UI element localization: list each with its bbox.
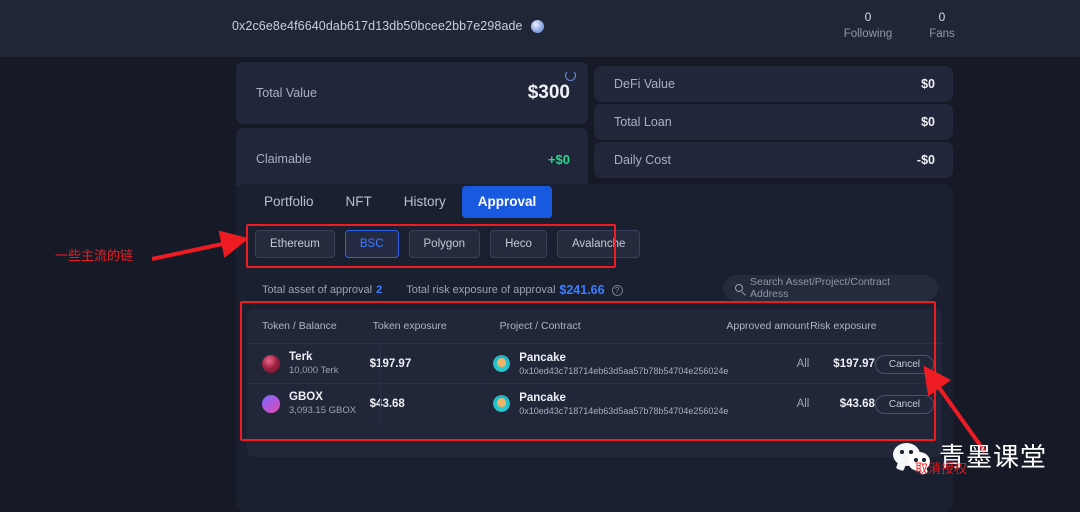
arrow-to-chains xyxy=(151,230,249,261)
following-stat[interactable]: 0 Following xyxy=(842,9,894,42)
project-name: Pancake xyxy=(519,351,566,364)
project-name: Pancake xyxy=(519,391,566,404)
daily-cost-label: Daily Cost xyxy=(614,153,671,167)
col-header-exposure: Token exposure xyxy=(372,320,447,332)
wallet-address-block[interactable]: 0x2c6e8e4f6640dab617d13db50bcee2bb7e298a… xyxy=(232,19,544,33)
tab-portfolio[interactable]: Portfolio xyxy=(248,186,330,218)
chain-filter-heco[interactable]: Heco xyxy=(490,230,547,258)
tab-approval[interactable]: Approval xyxy=(461,186,553,218)
token-cell: GBOX 3,093.15 GBOX xyxy=(262,390,370,417)
approved-amount: All xyxy=(796,357,810,370)
app-screen: 0x2c6e8e4f6640dab617d13db50bcee2bb7e298a… xyxy=(0,0,1080,512)
total-asset-label: Total asset of approval xyxy=(262,284,373,296)
col-header-approved: Approved amount xyxy=(726,320,810,332)
main-panel: Portfolio NFT History Approval Ethereum … xyxy=(236,184,953,512)
search-box[interactable]: Search Asset/Project/Contract Address xyxy=(723,275,938,301)
tab-bar: Portfolio NFT History Approval xyxy=(248,186,553,218)
column-divider xyxy=(380,343,381,424)
fans-label: Fans xyxy=(929,28,955,40)
chain-filter-ethereum[interactable]: Ethereum xyxy=(255,230,335,258)
contract-address: 0x10ed43c718714eb63d5aa57b78b54704e25602… xyxy=(519,405,729,416)
table-row: GBOX 3,093.15 GBOX $43.68 Pancake 0x10ed… xyxy=(247,383,942,423)
token-exposure: $197.97 xyxy=(369,357,412,370)
col-header-risk: Risk exposure xyxy=(810,320,877,332)
refresh-icon[interactable] xyxy=(565,70,576,81)
total-asset-value: 2 xyxy=(376,284,383,296)
question-mark-icon[interactable]: ? xyxy=(611,284,623,296)
claimable-label: Claimable xyxy=(256,152,312,166)
total-risk-value: $241.66 xyxy=(559,283,605,297)
token-name: Terk xyxy=(289,351,313,363)
tab-history[interactable]: History xyxy=(388,186,462,218)
col-header-project: Project / Contract xyxy=(499,320,581,332)
token-balance: 3,093.15 GBOX xyxy=(289,405,357,416)
defi-value-label: DeFi Value xyxy=(614,77,675,91)
tab-nft[interactable]: NFT xyxy=(330,186,388,218)
chain-filter-polygon[interactable]: Polygon xyxy=(408,230,481,258)
annotation-chain-note: 一些主流的链 xyxy=(55,249,134,264)
project-cell: Pancake 0x10ed43c718714eb63d5aa57b78b547… xyxy=(493,391,728,417)
daily-cost-card: Daily Cost -$0 xyxy=(594,142,953,178)
daily-cost-amount: -$0 xyxy=(916,153,935,167)
defi-value-amount: $0 xyxy=(921,77,935,91)
col-header-token: Token / Balance xyxy=(262,320,337,332)
action-cell: Cancel xyxy=(874,394,942,414)
total-asset-stat: Total asset of approval 2 xyxy=(262,284,382,296)
following-label: Following xyxy=(843,28,893,40)
total-value-amount: $300 xyxy=(527,82,570,103)
chain-filter-bar: Ethereum BSC Polygon Heco Avalanche xyxy=(255,230,641,258)
copy-icon[interactable] xyxy=(530,19,544,33)
table-row: Terk 10,000 Terk $197.97 Pancake 0x10ed4… xyxy=(247,343,942,383)
gbox-token-icon xyxy=(262,394,280,413)
total-risk-stat: Total risk exposure of approval $241.66 … xyxy=(406,283,623,297)
action-cell: Cancel xyxy=(874,354,942,374)
total-value-label: Total Value xyxy=(256,86,317,100)
token-exposure: $43.68 xyxy=(369,397,405,410)
approved-amount: All xyxy=(796,397,810,410)
claimable-amount: +$0 xyxy=(547,151,570,167)
contract-address: 0x10ed43c718714eb63d5aa57b78b54704e25602… xyxy=(519,365,729,376)
cancel-button[interactable]: Cancel xyxy=(874,354,935,374)
watermark-overlay-text: 取消授权 xyxy=(915,462,968,477)
terk-token-icon xyxy=(262,354,280,373)
token-cell: Terk 10,000 Terk xyxy=(262,350,370,377)
total-loan-label: Total Loan xyxy=(614,115,672,129)
fans-stat[interactable]: 0 Fans xyxy=(921,9,963,42)
chain-filter-bsc[interactable]: BSC xyxy=(344,230,399,258)
token-balance: 10,000 Terk xyxy=(289,365,339,376)
token-name: GBOX xyxy=(289,391,323,403)
top-header-bar: 0x2c6e8e4f6640dab617d13db50bcee2bb7e298a… xyxy=(0,0,1080,57)
total-loan-amount: $0 xyxy=(921,115,935,129)
search-icon xyxy=(735,284,743,292)
pancakeswap-icon xyxy=(493,395,511,412)
project-cell: Pancake 0x10ed43c718714eb63d5aa57b78b547… xyxy=(493,351,728,377)
cancel-button[interactable]: Cancel xyxy=(874,394,935,414)
defi-value-card: DeFi Value $0 xyxy=(594,66,953,102)
table-header-row: Token / Balance Token exposure Project /… xyxy=(247,309,942,343)
approval-stats-line: Total asset of approval 2 Total risk exp… xyxy=(262,283,623,297)
total-loan-card: Total Loan $0 xyxy=(594,104,953,140)
wallet-address-text: 0x2c6e8e4f6640dab617d13db50bcee2bb7e298a… xyxy=(232,19,523,33)
search-input[interactable]: Search Asset/Project/Contract Address xyxy=(750,276,926,300)
total-value-card: Total Value $300 xyxy=(236,62,588,124)
risk-exposure: $43.68 xyxy=(839,397,875,410)
total-risk-label: Total risk exposure of approval xyxy=(406,284,556,296)
approval-table: Token / Balance Token exposure Project /… xyxy=(247,309,942,457)
claimable-card: Claimable +$0 xyxy=(236,128,588,190)
pancakeswap-icon xyxy=(493,355,511,372)
chain-filter-avalanche[interactable]: Avalanche xyxy=(556,230,641,258)
fans-count: 0 xyxy=(938,10,946,24)
risk-exposure: $197.97 xyxy=(833,357,875,370)
following-count: 0 xyxy=(864,10,872,24)
